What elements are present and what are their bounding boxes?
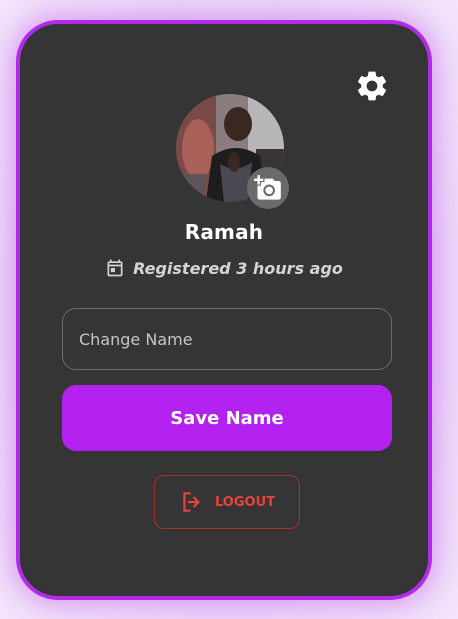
registered-text: Registered 3 hours ago — [133, 258, 343, 278]
calendar-icon — [107, 259, 123, 277]
registered-info: Registered 3 hours ago — [20, 258, 428, 278]
logout-label: LOGOUT — [214, 494, 276, 510]
avatar-container — [176, 94, 289, 209]
settings-button[interactable] — [354, 68, 390, 104]
username: Ramah — [184, 220, 264, 244]
logout-icon — [183, 492, 200, 512]
save-name-button[interactable]: Save Name — [62, 385, 392, 451]
change-name-input[interactable] — [62, 308, 392, 370]
gear-icon — [357, 71, 387, 101]
profile-card: Ramah Registered 3 hours ago Save Name L… — [16, 20, 432, 600]
change-photo-button[interactable] — [247, 167, 289, 209]
logout-button[interactable]: LOGOUT — [154, 475, 300, 529]
camera-plus-icon — [254, 175, 281, 200]
